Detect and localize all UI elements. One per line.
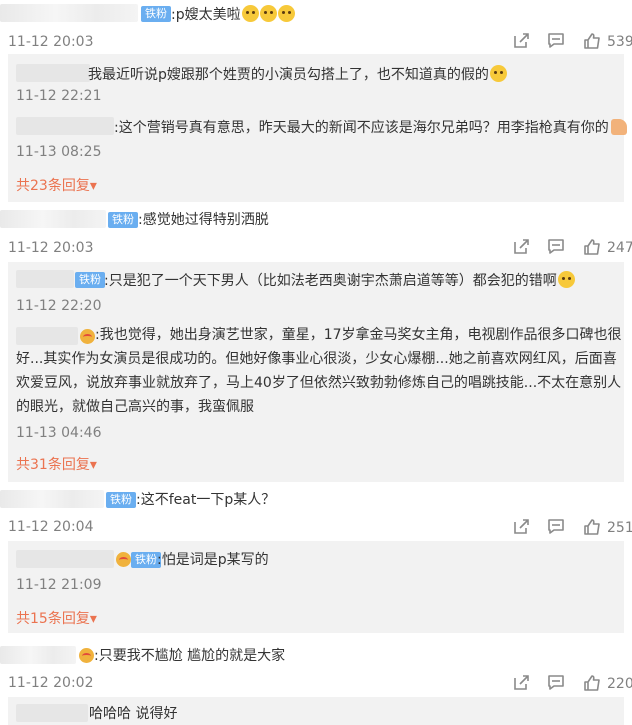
like-icon[interactable] <box>582 237 602 257</box>
thumbs-up-emoji-icon <box>610 119 627 135</box>
fan-badge: 铁粉 <box>141 6 171 22</box>
comment-time: 11-12 20:03 <box>8 34 94 50</box>
share-icon[interactable] <box>511 237 531 257</box>
comment-icon[interactable] <box>546 237 566 257</box>
comment-time: 11-12 20:04 <box>8 519 94 535</box>
reply-time: 11-12 22:21 <box>16 88 102 104</box>
fan-badge: 铁粉 <box>106 492 136 508</box>
like-icon[interactable] <box>582 31 602 51</box>
reply-text: :怕是词是p某写的 <box>157 552 269 568</box>
share-icon[interactable] <box>511 673 531 693</box>
heart-eyes-emoji-icon <box>116 552 131 567</box>
reply-time: 11-13 04:46 <box>16 425 102 441</box>
shy-emoji-icon <box>241 5 259 22</box>
reply-time: 11-12 21:09 <box>16 577 102 593</box>
comment-text: :这不feat一下p某人？ <box>136 492 276 508</box>
comment-text: :只要我不尴尬 尴尬的就是大家 <box>94 648 286 664</box>
comment-time: 11-12 20:02 <box>8 675 94 691</box>
reply-time: 11-12 22:20 <box>16 298 102 314</box>
shy-emoji-icon <box>259 5 277 22</box>
reply-text: 哈哈哈 说得好 <box>89 706 178 722</box>
comment-icon[interactable] <box>546 673 566 693</box>
fan-badge: 铁粉 <box>75 272 105 288</box>
like-icon[interactable] <box>582 517 602 537</box>
like-icon[interactable] <box>582 673 602 693</box>
fan-badge: 铁粉 <box>108 212 138 228</box>
like-count: 220 <box>607 676 632 692</box>
heart-eyes-emoji-icon <box>79 648 94 663</box>
comment-text: :p嫂太美啦 <box>171 5 295 24</box>
comment-time: 11-12 20:03 <box>8 240 94 256</box>
reply-time: 11-13 08:25 <box>16 144 102 160</box>
reply-text: :只是犯了一个天下男人（比如法老西奥谢宇杰萧启道等等）都会犯的错啊 <box>104 271 575 290</box>
like-count: 247 <box>607 240 632 256</box>
comment-text: :感觉她过得特别洒脱 <box>138 212 269 228</box>
comment-icon[interactable] <box>546 31 566 51</box>
reply-text: :这个营销号真有意思，昨天最大的新闻不应该是海尔兄弟吗？用李指枪真有你的 <box>114 119 627 137</box>
like-count: 251 <box>607 520 632 536</box>
like-count: 539 <box>607 34 632 50</box>
reply-text: :我也觉得，她出身演艺世家，童星，17岁拿金马奖女主角，电视剧作品很多口碑也很好… <box>16 327 622 415</box>
pleading-emoji-icon <box>557 271 575 288</box>
share-icon[interactable] <box>511 31 531 51</box>
more-replies-link[interactable]: 共15条回复▾ <box>16 608 97 628</box>
shy-emoji-icon <box>277 5 295 22</box>
more-replies-link[interactable]: 共23条回复▾ <box>16 175 97 195</box>
sweat-emoji-icon <box>489 65 507 82</box>
more-replies-link[interactable]: 共31条回复▾ <box>16 454 97 474</box>
share-icon[interactable] <box>511 517 531 537</box>
reply-text: 我最近听说p嫂跟那个姓贾的小演员勾搭上了，也不知道真的假的 <box>88 65 507 84</box>
comment-icon[interactable] <box>546 517 566 537</box>
